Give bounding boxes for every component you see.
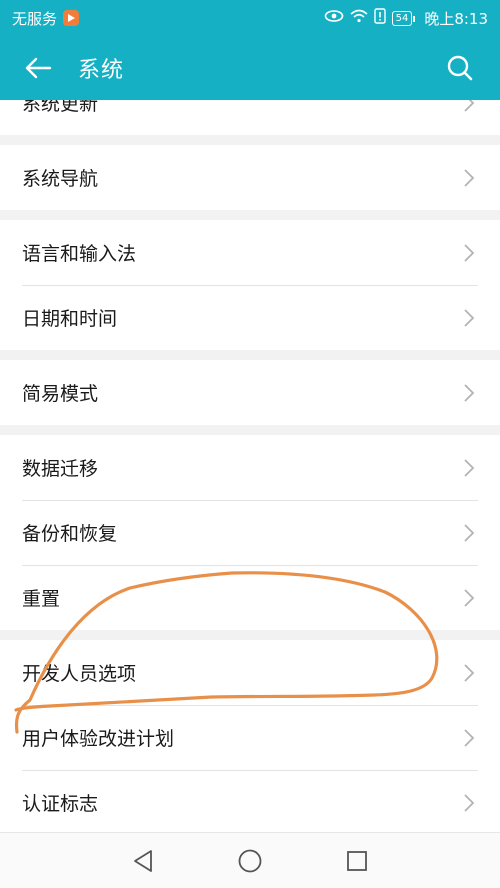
back-arrow-icon[interactable] (20, 50, 56, 86)
chevron-right-icon (464, 383, 475, 402)
settings-item-label: 系统导航 (22, 168, 99, 190)
settings-group-update: 系统更新 (0, 100, 500, 135)
chevron-right-icon (464, 728, 475, 747)
app-bar: 系统 (0, 36, 500, 100)
chevron-right-icon (464, 308, 475, 327)
settings-item-certification[interactable]: 认证标志 (0, 770, 500, 832)
status-left: 无服务 (12, 8, 80, 29)
settings-item-label: 重置 (22, 588, 61, 610)
chevron-right-icon (464, 663, 475, 682)
chevron-right-icon (464, 100, 475, 112)
status-right: 54 晚上8:13 (324, 8, 488, 29)
chevron-right-icon (464, 243, 475, 262)
sim-alert-icon (373, 8, 386, 28)
navigation-bar (0, 832, 500, 888)
carrier-text: 无服务 (12, 9, 58, 28)
settings-item-label: 简易模式 (22, 383, 99, 405)
wifi-icon (350, 9, 368, 27)
settings-item-label: 语言和输入法 (22, 243, 137, 265)
settings-item-label: 备份和恢复 (22, 523, 118, 545)
nav-recents-icon[interactable] (337, 841, 377, 881)
chevron-right-icon (464, 168, 475, 187)
settings-item-system-update[interactable]: 系统更新 (0, 100, 500, 135)
nav-back-icon[interactable] (123, 841, 163, 881)
settings-item-data-migration[interactable]: 数据迁移 (0, 435, 500, 500)
settings-item-simple-mode[interactable]: 简易模式 (0, 360, 500, 425)
settings-item-label: 日期和时间 (22, 308, 118, 330)
settings-group-language-time: 语言和输入法 日期和时间 (0, 220, 500, 350)
eye-comfort-icon (324, 9, 344, 27)
settings-item-label: 数据迁移 (22, 458, 99, 480)
settings-item-label: 用户体验改进计划 (22, 728, 175, 750)
page-title: 系统 (78, 58, 125, 83)
settings-group-data: 数据迁移 备份和恢复 重置 (0, 435, 500, 630)
status-bar: 无服务 54 晚上8:13 (0, 0, 500, 36)
settings-item-reset[interactable]: 重置 (0, 565, 500, 630)
settings-group-navigation: 系统导航 (0, 145, 500, 210)
chevron-right-icon (464, 458, 475, 477)
settings-item-label: 认证标志 (22, 793, 99, 815)
nav-home-icon[interactable] (230, 841, 270, 881)
chevron-right-icon (464, 588, 475, 607)
video-app-icon (63, 10, 80, 26)
battery-icon: 54 (391, 10, 416, 26)
settings-group-simple-mode: 简易模式 (0, 360, 500, 425)
clock-text: 晚上8:13 (424, 9, 488, 28)
chevron-right-icon (464, 793, 475, 812)
settings-item-date-time[interactable]: 日期和时间 (0, 285, 500, 350)
settings-item-label: 系统更新 (22, 100, 99, 115)
settings-item-system-navigation[interactable]: 系统导航 (0, 145, 500, 210)
chevron-right-icon (464, 523, 475, 542)
settings-group-developer: 开发人员选项 用户体验改进计划 认证标志 (0, 640, 500, 832)
settings-item-label: 开发人员选项 (22, 663, 137, 685)
settings-list[interactable]: 系统更新 系统导航 语言和输入法 日期和时间 简易模式 数据迁移 备份和恢复 重… (0, 100, 500, 832)
search-icon[interactable] (440, 48, 480, 88)
settings-item-user-experience[interactable]: 用户体验改进计划 (0, 705, 500, 770)
settings-item-language-input[interactable]: 语言和输入法 (0, 220, 500, 285)
settings-item-backup-restore[interactable]: 备份和恢复 (0, 500, 500, 565)
settings-item-developer-options[interactable]: 开发人员选项 (0, 640, 500, 705)
